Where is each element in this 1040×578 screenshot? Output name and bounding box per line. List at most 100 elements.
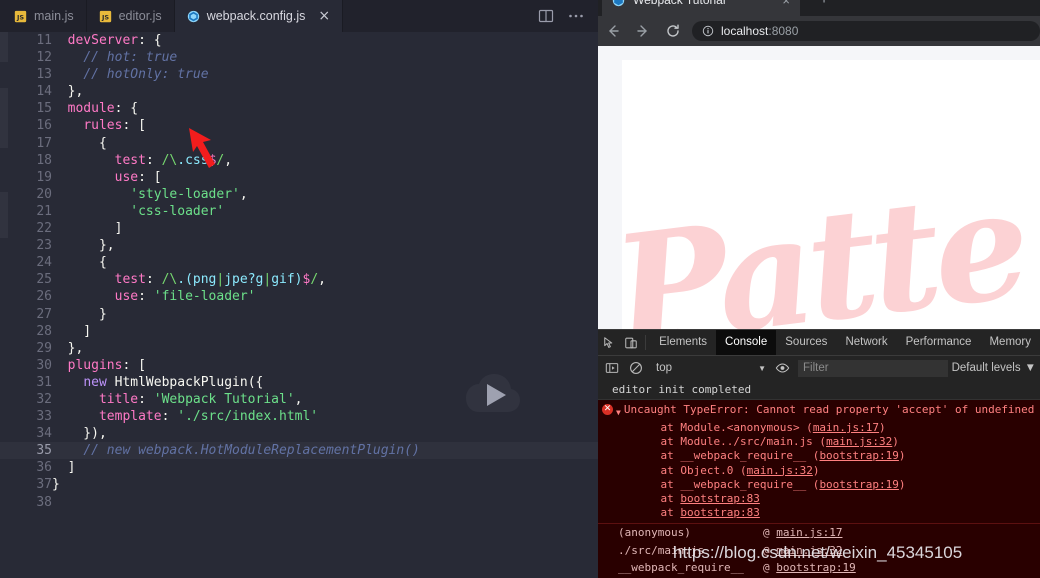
code-line[interactable]: 27 }	[0, 306, 598, 323]
back-arrow-icon	[609, 25, 619, 37]
line-content: }),	[52, 425, 598, 442]
more-actions-icon[interactable]	[568, 13, 584, 19]
console-sidebar-button[interactable]	[600, 356, 624, 380]
stack-source-link[interactable]: bootstrap:19	[819, 478, 898, 491]
code-line[interactable]: 29 },	[0, 340, 598, 357]
code-token: }	[52, 477, 60, 493]
line-number: 16	[36, 118, 52, 134]
webpack-file-icon	[187, 10, 199, 22]
devtools-tab-sources[interactable]: Sources	[776, 330, 836, 355]
inspect-element-button[interactable]	[600, 331, 621, 355]
code-line[interactable]: 11 devServer: {	[0, 32, 598, 49]
line-number: 38	[36, 494, 52, 510]
live-expression-button[interactable]	[770, 356, 794, 380]
code-token: './src/index.html'	[177, 409, 319, 425]
code-line[interactable]: 36 ]	[0, 459, 598, 476]
code-line[interactable]: 38	[0, 494, 598, 511]
page-info-icon[interactable]	[702, 25, 714, 37]
clear-console-button[interactable]	[624, 356, 648, 380]
devtools-tab-console[interactable]: Console	[716, 330, 777, 355]
console-error-row[interactable]: ✕ ▼ Uncaught TypeError: Cannot read prop…	[598, 402, 1040, 421]
code-scroll-area[interactable]: 11 devServer: {12 // hot: true 13 // hotO…	[0, 32, 598, 578]
code-token: // new webpack.HotModuleReplacementPlugi…	[83, 443, 420, 459]
code-token: devServer	[67, 33, 139, 48]
stack-suffix: )	[898, 449, 906, 463]
line-number: 32	[36, 391, 52, 407]
code-line[interactable]: 25 test: /\.(png|jpe?g|gif)$/,	[0, 271, 598, 288]
reload-button[interactable]	[658, 16, 688, 46]
line-number: 14	[36, 84, 52, 100]
line-content: ]	[52, 323, 598, 340]
split-editor-icon[interactable]	[538, 8, 554, 24]
code-token: :	[145, 152, 162, 168]
new-tab-button[interactable]: +	[810, 0, 838, 14]
close-icon[interactable]: ×	[318, 9, 330, 23]
address-bar[interactable]: localhost:8080	[692, 21, 1040, 41]
close-icon[interactable]: ×	[782, 0, 790, 8]
stack-source-link[interactable]: bootstrap:83	[680, 492, 759, 505]
stack-source-link[interactable]: main.js:17	[813, 421, 879, 434]
line-content: }	[52, 306, 598, 323]
code-line[interactable]: 12 // hot: true	[0, 49, 598, 66]
stack-source-link[interactable]: main.js:32	[826, 435, 892, 448]
js-file-icon: JS	[14, 10, 27, 22]
editor-tab-webpack-config-js[interactable]: webpack.config.js ×	[174, 0, 344, 32]
browser-tab[interactable]: Webpack Tutorial ×	[602, 0, 800, 16]
code-line[interactable]: 32 title: 'Webpack Tutorial',	[0, 391, 598, 408]
back-button[interactable]	[598, 16, 628, 46]
code-token: png	[192, 272, 217, 288]
code-token: /\	[161, 152, 178, 168]
editor-tab-main-js[interactable]: JS main.js	[0, 0, 87, 32]
forward-button[interactable]	[628, 16, 658, 46]
line-content: title: 'Webpack Tutorial',	[52, 391, 598, 408]
screenshot-root: JS main.js JS editor.js webpack.config.j…	[0, 0, 1040, 578]
code-line[interactable]: 16 rules: [	[0, 117, 598, 134]
devtools-tab-performance[interactable]: Performance	[897, 330, 981, 355]
line-number: 22	[36, 221, 52, 237]
line-number: 15	[36, 101, 52, 117]
code-line[interactable]: 35 // new webpack.HotModuleReplacementPl…	[0, 442, 598, 460]
code-line[interactable]: 18 test: /\.css$/,	[0, 152, 598, 169]
line-content: },	[52, 83, 598, 100]
code-line[interactable]: 13 // hotOnly: true	[0, 66, 598, 83]
console-frame-row[interactable]: (anonymous) @ main.js:17	[598, 524, 1040, 542]
devtools-tab-bar: Elements Console Sources Network Perform…	[598, 330, 1040, 356]
stack-source-link[interactable]: bootstrap:83	[680, 506, 759, 519]
code-line[interactable]: 21 'css-loader'	[0, 203, 598, 220]
line-content: },	[52, 237, 598, 254]
frame-location[interactable]: @ main.js:17	[763, 524, 842, 541]
code-line[interactable]: 30 plugins: [	[0, 357, 598, 374]
devtools-tab-network[interactable]: Network	[836, 330, 896, 355]
code-line[interactable]: 28 ]	[0, 323, 598, 340]
code-line[interactable]: 31 new HtmlWebpackPlugin({	[0, 374, 598, 391]
devtools-tab-memory[interactable]: Memory	[980, 330, 1040, 355]
console-error-message: Uncaught TypeError: Cannot read property…	[623, 403, 1035, 416]
code-line[interactable]: 26 use: 'file-loader'	[0, 288, 598, 305]
code-line[interactable]: 37}	[0, 476, 598, 493]
device-toolbar-button[interactable]	[621, 331, 642, 355]
console-context-select[interactable]: top ▼	[652, 360, 770, 377]
stack-source-link[interactable]: bootstrap:19	[819, 449, 898, 462]
console-levels-select[interactable]: Default levels ▼	[948, 362, 1040, 374]
code-token: rules	[83, 118, 123, 134]
code-line[interactable]: 15 module: {	[0, 100, 598, 117]
page-viewport[interactable]: Patte	[598, 46, 1040, 329]
code-line[interactable]: 34 }),	[0, 425, 598, 442]
stack-suffix: )	[898, 477, 906, 491]
stack-source-link[interactable]: main.js:32	[747, 464, 813, 477]
code-line[interactable]: 22 ]	[0, 220, 598, 237]
code-line[interactable]: 17 {	[0, 135, 598, 152]
code-line[interactable]: 24 {	[0, 254, 598, 271]
editor-tab-editor-js[interactable]: JS editor.js	[86, 0, 175, 32]
console-filter-input[interactable]: Filter	[798, 359, 948, 377]
code-line[interactable]: 20 'style-loader',	[0, 186, 598, 203]
code-line[interactable]: 19 use: [	[0, 169, 598, 186]
code-token: title	[98, 391, 139, 407]
browser-tab-strip: Webpack Tutorial × +	[598, 0, 1040, 16]
devtools-tab-elements[interactable]: Elements	[650, 330, 716, 355]
expand-caret-icon[interactable]: ▼	[616, 406, 621, 420]
code-line[interactable]: 14 },	[0, 83, 598, 100]
code-line[interactable]: 23 },	[0, 237, 598, 254]
code-line[interactable]: 33 template: './src/index.html'	[0, 408, 598, 425]
